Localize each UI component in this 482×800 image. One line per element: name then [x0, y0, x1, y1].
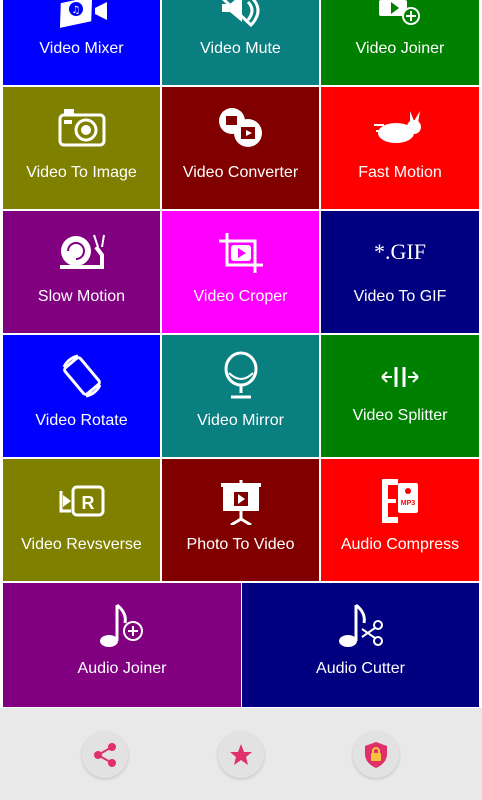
mute-speaker-icon: [162, 0, 319, 28]
privacy-button[interactable]: [353, 732, 399, 778]
svg-text:MP3: MP3: [401, 500, 416, 507]
svg-text:R: R: [81, 493, 94, 513]
tile-audio-joiner[interactable]: Audio Joiner: [3, 583, 241, 707]
tile-label: Video Croper: [193, 288, 288, 305]
tile-video-converter[interactable]: Video Converter: [162, 87, 319, 209]
share-button[interactable]: [82, 732, 128, 778]
tile-audio-cutter[interactable]: Audio Cutter: [242, 583, 479, 707]
gif-icon: *.GIF: [321, 239, 479, 265]
crop-video-icon: [162, 231, 319, 275]
tile-label: Video To GIF: [353, 288, 447, 305]
rate-button[interactable]: [218, 732, 264, 778]
convert-video-icon: [162, 105, 319, 151]
tile-label: Video Mute: [200, 40, 281, 57]
tile-label: Video Revsverse: [21, 536, 142, 553]
star-icon: [230, 744, 252, 765]
shield-lock-icon: [365, 742, 387, 768]
compress-icon: MP3: [321, 477, 479, 525]
music-cut-icon: [242, 603, 479, 649]
tile-label: Audio Cutter: [316, 660, 405, 677]
rotate-icon: [3, 353, 160, 399]
tile-video-rotate[interactable]: Video Rotate: [3, 335, 160, 457]
tool-grid: ♫ Video Mixer Video Mute Video Joiner Vi…: [0, 0, 482, 708]
tile-label: Photo To Video: [186, 536, 295, 553]
video-add-icon: [321, 0, 479, 26]
tile-label: Video Mixer: [39, 40, 124, 57]
share-icon: [94, 743, 116, 767]
bottom-bar: [0, 708, 482, 800]
rabbit-icon: [321, 111, 479, 147]
svg-text:♫: ♫: [71, 5, 80, 16]
tile-label: Video To Image: [26, 164, 137, 181]
tile-photo-to-video[interactable]: Photo To Video: [162, 459, 319, 581]
split-icon: [321, 365, 479, 389]
tile-video-joiner[interactable]: Video Joiner: [321, 0, 479, 85]
reverse-icon: R: [3, 485, 160, 517]
tile-slow-motion[interactable]: Slow Motion: [3, 211, 160, 333]
tile-video-reverse[interactable]: R Video Revsverse: [3, 459, 160, 581]
tile-label: Video Converter: [182, 164, 299, 181]
tile-label: Video Rotate: [35, 412, 128, 429]
tile-video-splitter[interactable]: Video Splitter: [321, 335, 479, 457]
tile-label: Slow Motion: [37, 288, 126, 305]
tile-video-mute[interactable]: Video Mute: [162, 0, 319, 85]
tile-video-to-image[interactable]: Video To Image: [3, 87, 160, 209]
tile-video-to-gif[interactable]: *.GIF Video To GIF: [321, 211, 479, 333]
video-music-icon: ♫: [3, 0, 160, 30]
gif-icon-text: *.GIF: [374, 239, 426, 264]
tile-video-mirror[interactable]: Video Mirror: [162, 335, 319, 457]
tile-label: Video Joiner: [355, 40, 445, 57]
mirror-icon: [162, 351, 319, 399]
tile-fast-motion[interactable]: Fast Motion: [321, 87, 479, 209]
snail-icon: [3, 233, 160, 271]
presentation-icon: [162, 479, 319, 525]
music-add-icon: [3, 603, 241, 649]
camera-icon: [3, 107, 160, 147]
tile-label: Fast Motion: [358, 164, 442, 181]
tile-video-mixer[interactable]: ♫ Video Mixer: [3, 0, 160, 85]
tile-audio-compress[interactable]: MP3 Audio Compress: [321, 459, 479, 581]
tile-label: Audio Joiner: [77, 660, 167, 677]
tile-label: Video Mirror: [197, 412, 284, 429]
tile-label: Video Splitter: [352, 407, 448, 424]
tile-label: Audio Compress: [340, 536, 460, 553]
tile-video-croper[interactable]: Video Croper: [162, 211, 319, 333]
